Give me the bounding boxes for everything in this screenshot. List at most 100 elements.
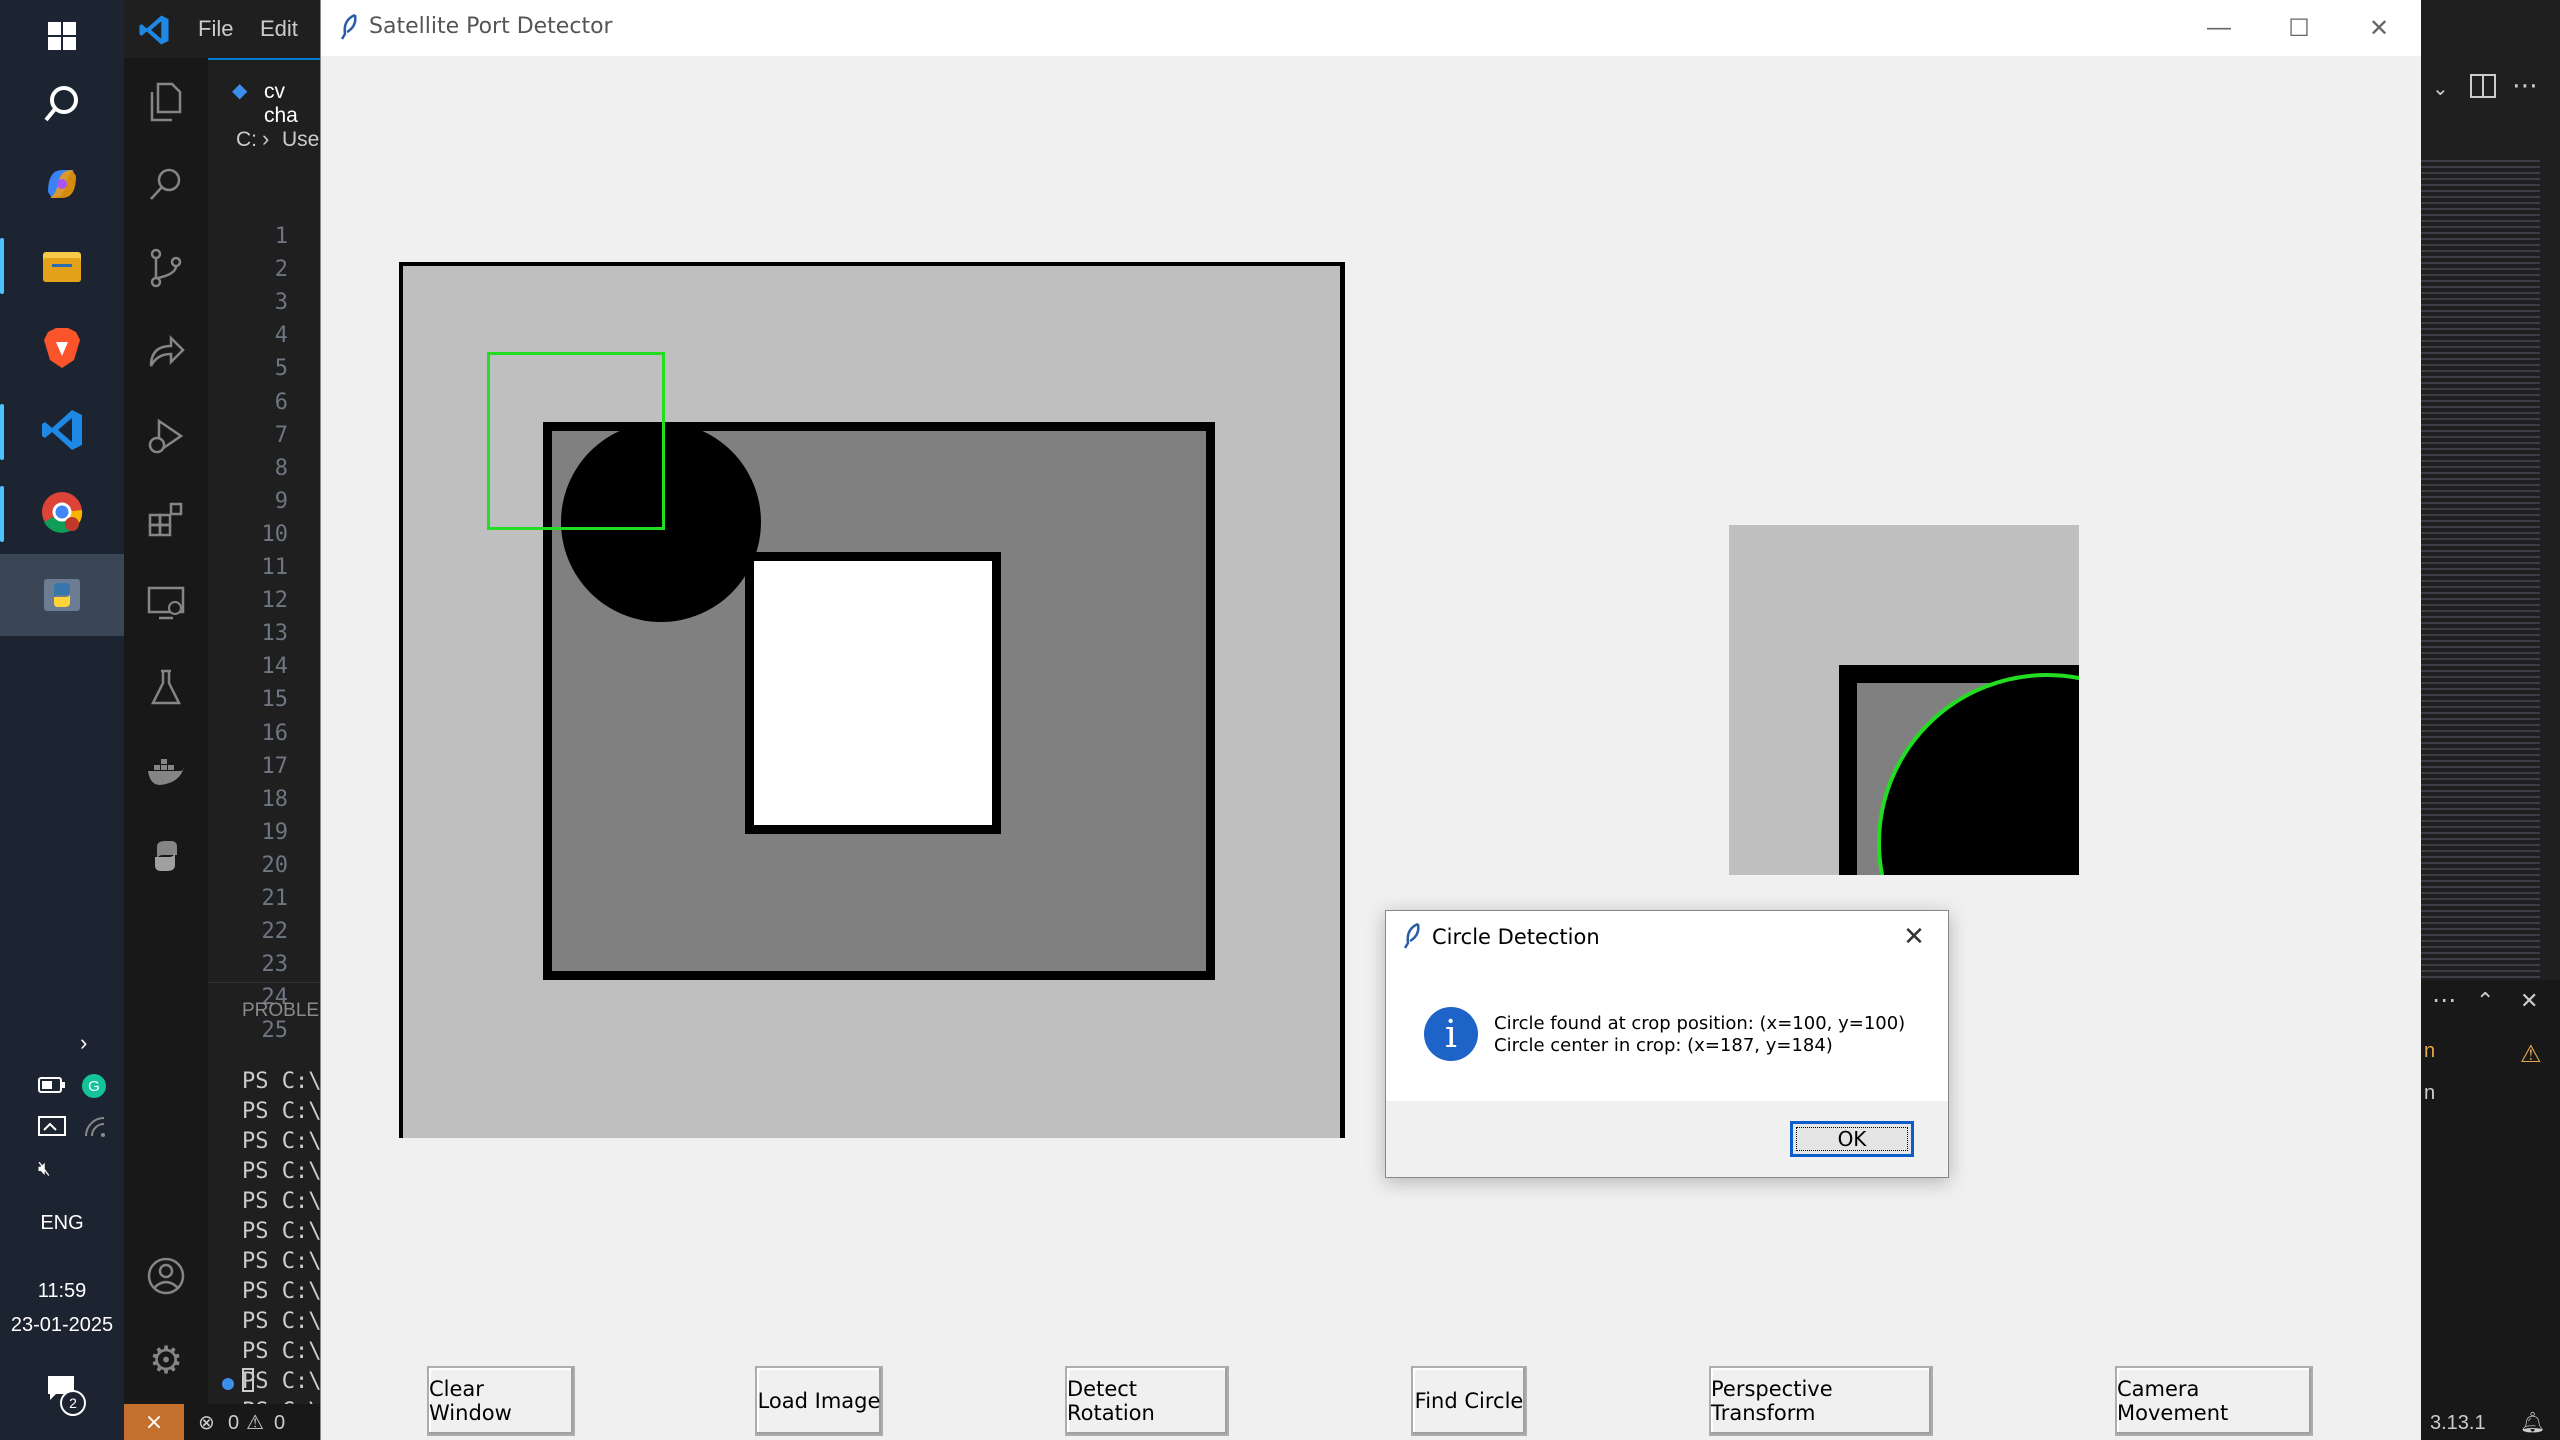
line-number: 20 <box>261 852 289 878</box>
app-title: Satellite Port Detector <box>369 14 613 39</box>
extensions-icon[interactable] <box>140 494 192 546</box>
image-white-square <box>745 552 1001 834</box>
bell-icon[interactable]: 🔔︎ <box>2520 1410 2545 1435</box>
line-number: 3 <box>274 290 288 316</box>
breadcrumb-folder[interactable]: Use <box>282 128 319 152</box>
line-number: 2 <box>274 257 288 283</box>
line-number: 23 <box>261 952 289 978</box>
terminal-line: PS C:\ <box>242 1309 322 1334</box>
active-app-indicator <box>0 486 4 542</box>
crop-preview-image <box>1729 525 2079 875</box>
line-number: 7 <box>274 422 288 448</box>
notification-count-badge: 2 <box>60 1390 86 1416</box>
brave-browser-icon[interactable] <box>30 316 94 380</box>
terminal-line: PS C:\ <box>242 1249 322 1274</box>
line-number: 16 <box>261 720 289 746</box>
clear-window-button[interactable]: Clear Window <box>427 1366 575 1436</box>
battery-icon[interactable] <box>38 1076 66 1099</box>
close-icon[interactable]: ✕ <box>2339 0 2419 56</box>
vscode-icon[interactable] <box>30 398 94 462</box>
remote-indicator-icon[interactable]: ⨯ <box>124 1404 184 1440</box>
language-indicator[interactable]: ENG <box>0 1212 124 1235</box>
windows-taskbar: › G 🔇︎ ENG 11:59 23-01-2025 2 <box>0 0 124 1440</box>
python-app-icon[interactable] <box>0 554 124 636</box>
satellite-port-detector-window: Satellite Port Detector — ☐ ✕ Clear Wind… <box>320 0 2421 1440</box>
explorer-icon[interactable] <box>140 76 192 128</box>
status-warning-count[interactable]: 0 <box>274 1412 285 1435</box>
terminal-status-dot <box>222 1378 234 1390</box>
account-icon[interactable] <box>140 1250 192 1302</box>
terminal-line: PS C:\ <box>242 1279 322 1304</box>
remote-window-icon[interactable] <box>140 578 192 630</box>
right-panel-text-2: n <box>2424 1082 2436 1104</box>
maximize-panel-icon[interactable]: ⌃ <box>2476 988 2494 1014</box>
line-number: 21 <box>261 886 289 911</box>
line-number: 1 <box>274 224 288 249</box>
load-image-button[interactable]: Load Image <box>755 1366 883 1436</box>
perspective-transform-button[interactable]: Perspective Transform <box>1709 1366 1933 1436</box>
line-number: 19 <box>261 819 289 845</box>
search-icon[interactable] <box>30 72 94 136</box>
copilot-icon[interactable] <box>30 152 94 216</box>
terminal-cursor <box>242 1368 254 1392</box>
dialog-button-bar: OK <box>1386 1101 1948 1177</box>
line-number: 8 <box>274 455 288 481</box>
errors-icon[interactable]: ⊗ <box>198 1410 215 1435</box>
tk-feather-icon <box>340 14 357 40</box>
camera-movement-button[interactable]: Camera Movement <box>2115 1366 2313 1436</box>
clock-date[interactable]: 23-01-2025 <box>0 1314 124 1337</box>
dialog-message-line-2: Circle center in crop: (x=187, y=184) <box>1494 1035 1833 1056</box>
search-icon[interactable] <box>140 158 192 210</box>
chevron-right-icon[interactable]: › <box>80 1030 87 1056</box>
grammarly-icon[interactable]: G <box>82 1074 106 1098</box>
ok-button[interactable]: OK <box>1790 1121 1914 1157</box>
more-actions-icon[interactable]: ⋯ <box>2512 70 2538 101</box>
run-debug-icon[interactable] <box>140 410 192 462</box>
maximize-icon[interactable]: ☐ <box>2259 0 2339 56</box>
terminal-line: PS C:\ <box>242 1189 322 1214</box>
clock-time[interactable]: 11:59 <box>0 1280 124 1303</box>
editor-tab[interactable]: ◆ cv cha <box>208 58 320 127</box>
file-explorer-icon[interactable] <box>30 234 94 298</box>
breadcrumb-drive[interactable]: C: <box>236 128 257 152</box>
info-icon: i <box>1424 1007 1478 1061</box>
terminal-line: PS C:\ <box>242 1219 322 1244</box>
panel-more-icon[interactable]: ⋯ <box>2432 986 2456 1015</box>
line-number: 4 <box>274 323 288 349</box>
volume-muted-icon[interactable]: 🔇︎ <box>38 1158 51 1181</box>
wifi-icon[interactable] <box>82 1114 108 1145</box>
python-version[interactable]: 3.13.1 <box>2430 1412 2486 1435</box>
warning-icon: ⚠ <box>2520 1041 2542 1068</box>
windows-start-icon[interactable] <box>30 4 94 68</box>
panel-divider <box>208 982 320 983</box>
close-panel-icon[interactable]: ✕ <box>2520 988 2538 1014</box>
docker-icon[interactable] <box>140 746 192 798</box>
line-number: 5 <box>274 356 288 382</box>
code-minimap[interactable] <box>2420 160 2540 980</box>
vscode-activity-bar: ⚙ <box>124 58 208 1404</box>
circle-detection-dialog: Circle Detection ✕ i Circle found at cro… <box>1385 910 1949 1178</box>
menu-edit[interactable]: Edit <box>260 16 298 42</box>
find-circle-button[interactable]: Find Circle <box>1411 1366 1527 1436</box>
chevron-down-icon[interactable]: ⌄ <box>2432 76 2449 101</box>
settings-gear-icon[interactable]: ⚙ <box>140 1334 192 1386</box>
split-editor-icon[interactable] <box>2470 74 2496 98</box>
warnings-icon[interactable]: ⚠ <box>246 1410 264 1435</box>
minimize-icon[interactable]: — <box>2179 0 2259 56</box>
detection-crop-box <box>487 352 665 530</box>
testing-flask-icon[interactable] <box>140 662 192 714</box>
status-error-count[interactable]: 0 <box>228 1412 239 1435</box>
line-number: 10 <box>261 521 289 547</box>
remote-explorer-icon[interactable] <box>140 326 192 378</box>
detect-rotation-button[interactable]: Detect Rotation <box>1065 1366 1229 1436</box>
line-number: 18 <box>261 786 289 812</box>
display-settings-icon[interactable] <box>38 1116 66 1145</box>
menu-file[interactable]: File <box>198 16 233 42</box>
loaded-image-canvas[interactable] <box>399 262 1345 1138</box>
vscode-editor-area: ◆ cv cha C: › Use 1 2 3 4 5 6 7 8 9 10 11 12 13 14 15 1… <box>208 58 335 1424</box>
dialog-close-icon[interactable]: ✕ <box>1894 919 1934 953</box>
chrome-icon[interactable] <box>30 480 94 544</box>
breadcrumb-chevron-icon: › <box>262 126 270 151</box>
source-control-icon[interactable] <box>140 242 192 294</box>
python-extension-icon[interactable] <box>140 830 192 882</box>
